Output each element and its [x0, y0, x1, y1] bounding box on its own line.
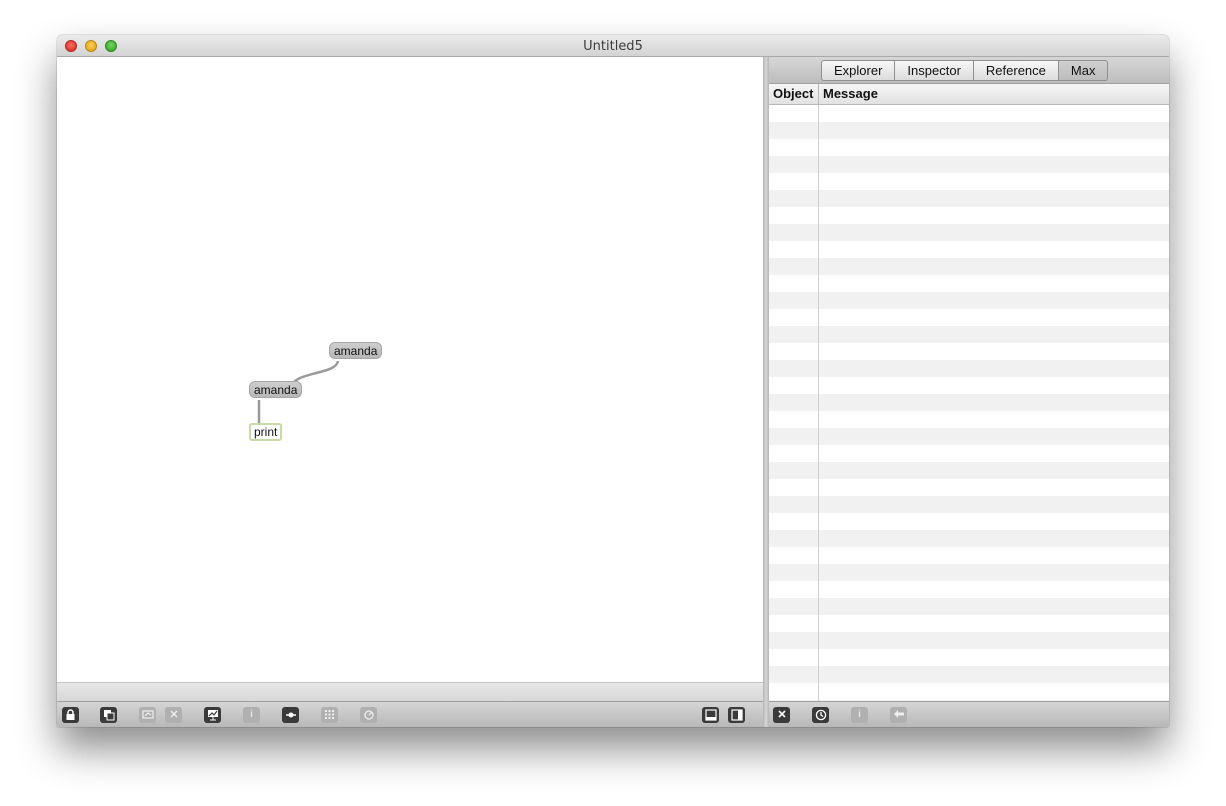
back-icon[interactable] [890, 707, 907, 723]
info-icon[interactable]: i [851, 707, 868, 723]
presentation-icon[interactable] [139, 707, 156, 723]
message-box[interactable]: amanda [249, 381, 303, 398]
snap-icon[interactable] [360, 707, 377, 723]
patcher-status-strip [57, 682, 763, 701]
bpatcher-icon[interactable] [282, 707, 299, 723]
tab-reference[interactable]: Reference [973, 60, 1059, 81]
layout-bottom-icon[interactable] [702, 707, 719, 723]
console-toolbar: i [769, 701, 1169, 727]
patcher-canvas[interactable]: amanda amanda print [57, 57, 763, 682]
print-object[interactable]: print [249, 423, 283, 441]
title-bar[interactable]: Untitled5 [57, 35, 1169, 57]
sidebar-tab-bar: Explorer Inspector Reference Max [769, 57, 1169, 84]
console-header: Object Message [769, 84, 1169, 105]
column-divider [818, 105, 819, 701]
info-icon[interactable]: i [243, 707, 260, 723]
tab-max[interactable]: Max [1058, 60, 1109, 81]
new-view-icon[interactable] [100, 707, 117, 723]
tab-inspector[interactable]: Inspector [895, 60, 974, 81]
sidebar-tabs: Explorer Inspector Reference Max [821, 60, 1109, 81]
tab-explorer[interactable]: Explorer [821, 60, 896, 81]
patch-cords [257, 360, 340, 428]
column-header-object[interactable]: Object [773, 86, 813, 101]
lock-icon[interactable] [62, 707, 79, 723]
message-box[interactable]: amanda [329, 342, 383, 359]
patcher-window: Untitled5 amanda amanda print i Explorer… [57, 35, 1169, 727]
debug-icon[interactable] [204, 707, 221, 723]
clock-icon[interactable] [812, 707, 829, 723]
window-title: Untitled5 [583, 39, 643, 54]
column-header-message[interactable]: Message [823, 86, 878, 101]
delete-icon[interactable] [165, 707, 182, 723]
patcher-toolbar: i [57, 701, 763, 727]
column-separator[interactable] [818, 84, 819, 105]
console-list[interactable] [769, 105, 1169, 701]
clear-icon[interactable] [773, 707, 790, 723]
sidebar: Explorer Inspector Reference Max Object … [769, 57, 1169, 701]
grid-icon[interactable] [321, 707, 338, 723]
layout-right-icon[interactable] [728, 707, 745, 723]
